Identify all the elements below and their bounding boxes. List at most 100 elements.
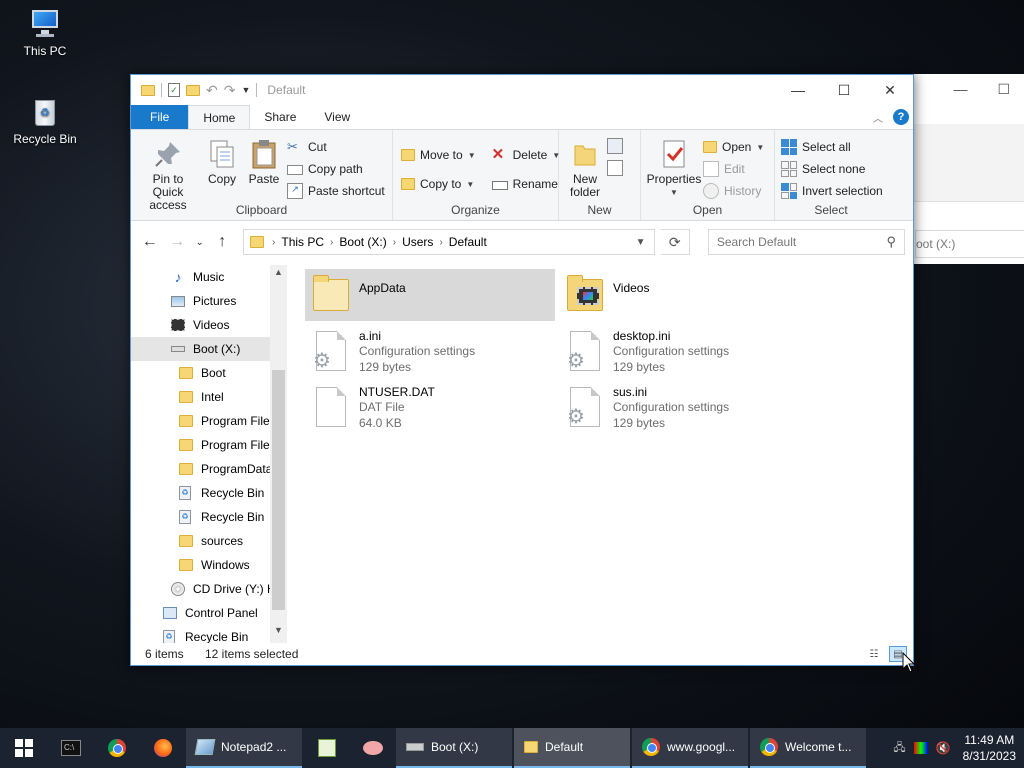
color-picker-icon[interactable] — [913, 742, 928, 754]
file-item[interactable]: ⚙ sus.ini Configuration settings 129 bytes — [559, 381, 809, 433]
nav-item-control-panel[interactable]: Control Panel — [131, 601, 287, 625]
address-dropdown-icon[interactable]: ▼ — [628, 237, 654, 248]
nav-item-program-files[interactable]: Program Files — [131, 433, 287, 457]
nav-item-music[interactable]: ♪ Music — [131, 265, 287, 289]
properties-button[interactable]: Properties ▼ — [645, 134, 703, 202]
breadcrumb-default[interactable]: Default — [449, 235, 487, 249]
taskbar-cmd[interactable]: C:\ — [48, 728, 94, 768]
scroll-thumb[interactable] — [272, 370, 285, 610]
edit-button[interactable]: Edit — [703, 158, 764, 180]
volume-muted-icon[interactable]: 🔇 — [936, 741, 951, 755]
maximize-button[interactable]: ☐ — [821, 75, 867, 105]
copy-path-button[interactable]: Copy path — [287, 158, 385, 180]
taskbar-firefox[interactable] — [140, 728, 186, 768]
collapse-ribbon-icon[interactable]: ︿ — [873, 110, 883, 125]
mouse-pointer-icon — [902, 652, 916, 673]
help-icon[interactable]: ? — [893, 109, 909, 125]
back-arrow-icon[interactable]: ← — [139, 233, 160, 251]
file-item[interactable]: ⚙ a.ini Configuration settings 129 bytes — [305, 325, 555, 377]
redo-icon[interactable]: ↷ — [224, 82, 236, 99]
tab-file[interactable]: File — [131, 105, 189, 129]
nav-item-windows[interactable]: Windows — [131, 553, 287, 577]
music-icon: ♪ — [174, 269, 182, 285]
start-button[interactable] — [0, 728, 48, 768]
file-item[interactable]: AppData — [305, 269, 555, 321]
file-item[interactable]: NTUSER.DAT DAT File 64.0 KB — [305, 381, 555, 433]
nav-item-sources[interactable]: sources — [131, 529, 287, 553]
tab-share[interactable]: Share — [250, 105, 310, 129]
taskbar-app-paint[interactable] — [350, 728, 396, 768]
open-button[interactable]: Open ▼ — [703, 136, 764, 158]
nav-item-videos[interactable]: Videos — [131, 313, 287, 337]
clipboard-group: Pin to Quick access Copy Paste ✂ Cut Cop… — [131, 130, 393, 220]
nav-item-program-files[interactable]: Program Files — [131, 409, 287, 433]
nav-item-pictures[interactable]: Pictures — [131, 289, 287, 313]
tab-view[interactable]: View — [310, 105, 364, 129]
address-bar[interactable]: › This PC › Boot (X:) › Users › Default … — [243, 229, 655, 255]
refresh-button[interactable]: ⟳ — [660, 229, 690, 255]
details-view-icon[interactable]: ☷ — [865, 646, 883, 662]
file-item[interactable]: ⚙ desktop.ini Configuration settings 129 by… — [559, 325, 809, 377]
paste-shortcut-button[interactable]: ↗ Paste shortcut — [287, 180, 385, 202]
taskbar-notepad2[interactable]: Notepad2 ... — [186, 728, 302, 768]
history-button[interactable]: History — [703, 180, 764, 202]
maximize-icon[interactable]: ☐ — [997, 81, 1010, 98]
recent-locations-icon[interactable]: ⌄ — [194, 237, 206, 248]
taskbar-chrome-welcome[interactable]: Welcome t... — [750, 728, 866, 768]
desktop-icon-recycle-bin[interactable]: Recycle Bin — [7, 96, 83, 146]
paste-button[interactable]: Paste — [243, 134, 285, 212]
new-folder-button[interactable]: New folder — [563, 134, 607, 199]
breadcrumb-users[interactable]: Users — [402, 235, 433, 249]
rename-button[interactable]: Rename — [491, 173, 561, 195]
taskbar-default-folder[interactable]: Default — [514, 728, 630, 768]
copy-to-button[interactable]: Copy to ▼ — [401, 173, 476, 195]
scroll-down-icon[interactable]: ▼ — [270, 625, 287, 641]
taskbar-chrome[interactable] — [94, 728, 140, 768]
file-type: Configuration settings — [613, 344, 730, 358]
search-input[interactable]: Search Default ⚲ — [707, 229, 905, 255]
select-none-button[interactable]: Select none — [781, 158, 883, 180]
file-item[interactable]: Videos — [559, 269, 809, 321]
minimize-button[interactable]: — — [775, 75, 821, 105]
forward-arrow-icon[interactable]: → — [166, 233, 187, 251]
close-button[interactable]: ✕ — [867, 75, 913, 105]
pin-to-quick-access-button[interactable]: Pin to Quick access — [135, 134, 201, 212]
nav-item-intel[interactable]: Intel — [131, 385, 287, 409]
new-item-icon[interactable] — [607, 138, 623, 154]
copy-button[interactable]: Copy — [201, 134, 243, 212]
minimize-icon[interactable]: — — [953, 81, 967, 97]
clock[interactable]: 11:49 AM 8/31/2023 — [963, 732, 1016, 764]
background-search-field[interactable]: oot (X:) — [915, 230, 1024, 258]
scroll-up-icon[interactable]: ▲ — [270, 267, 287, 283]
properties-icon[interactable]: ✓ — [168, 83, 180, 97]
nav-item-boot-x[interactable]: Boot (X:) — [131, 337, 287, 361]
navigation-scrollbar[interactable]: ▲ ▼ — [270, 265, 287, 643]
customize-toolbar-icon[interactable]: ▼ — [241, 85, 250, 95]
background-window[interactable]: — ☐ oot (X:) — [900, 74, 1024, 264]
nav-item-cd-drive-y-h[interactable]: CD Drive (Y:) H — [131, 577, 287, 601]
breadcrumb-this-pc[interactable]: This PC — [281, 235, 324, 249]
nav-item-programdata[interactable]: ProgramData — [131, 457, 287, 481]
taskbar-chrome-google[interactable]: www.googl... — [632, 728, 748, 768]
nav-item-recycle-bin[interactable]: ♻ Recycle Bin — [131, 625, 287, 643]
up-arrow-icon[interactable]: ↑ — [212, 233, 233, 251]
nav-item-recycle-bin[interactable]: ♻ Recycle Bin — [131, 505, 287, 529]
undo-icon[interactable]: ↶ — [206, 82, 218, 99]
invert-selection-button[interactable]: Invert selection — [781, 180, 883, 202]
network-icon[interactable]: 🖧 — [893, 739, 905, 758]
desktop-icon-this-pc[interactable]: This PC — [7, 8, 83, 58]
taskbar-app-chart[interactable] — [304, 728, 350, 768]
delete-button[interactable]: ✕ Delete ▼ — [492, 144, 561, 166]
new-folder-icon[interactable] — [186, 84, 200, 96]
nav-item-label: Intel — [201, 390, 224, 404]
folder-icon — [179, 463, 195, 475]
cut-button[interactable]: ✂ Cut — [287, 136, 385, 158]
nav-item-boot[interactable]: Boot — [131, 361, 287, 385]
move-to-button[interactable]: Move to ▼ — [401, 144, 476, 166]
taskbar-boot-drive[interactable]: Boot (X:) — [396, 728, 512, 768]
easy-access-icon[interactable] — [607, 160, 623, 176]
breadcrumb-boot[interactable]: Boot (X:) — [339, 235, 386, 249]
select-all-button[interactable]: Select all — [781, 136, 883, 158]
tab-home[interactable]: Home — [188, 105, 251, 129]
nav-item-recycle-bin[interactable]: ♻ Recycle Bin — [131, 481, 287, 505]
